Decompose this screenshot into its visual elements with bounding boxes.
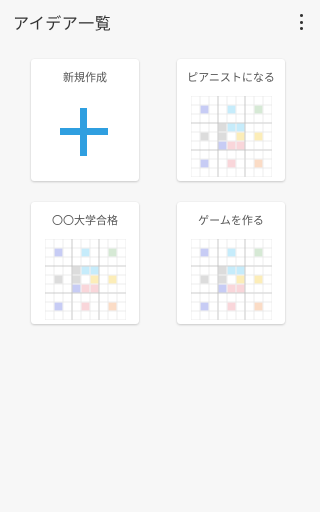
mandala-cell	[54, 302, 63, 311]
mandala-cell	[90, 266, 99, 275]
mandala-cell	[72, 284, 81, 293]
mandala-cell	[108, 275, 117, 284]
mandala-cell	[90, 275, 99, 284]
mandala-cell	[236, 284, 245, 293]
mandala-cell	[236, 123, 245, 132]
idea-card-pianist[interactable]: ピアニストになる	[177, 59, 285, 181]
app-bar: アイデア一覧	[0, 0, 320, 44]
new-idea-card[interactable]: 新規作成	[31, 59, 139, 181]
mandala-cell	[54, 275, 63, 284]
mandala-cell	[236, 141, 245, 150]
mandala-cell	[218, 123, 227, 132]
mandala-cell	[254, 302, 263, 311]
mandala-cell	[200, 132, 209, 141]
mandala-cell	[227, 302, 236, 311]
more-vert-icon	[299, 14, 303, 17]
mandala-cell	[218, 132, 227, 141]
plus-icon	[60, 108, 108, 156]
mandala-cell	[218, 275, 227, 284]
mandala-cell	[72, 275, 81, 284]
mandala-cell	[200, 105, 209, 114]
mandala-cell	[72, 266, 81, 275]
mandala-cell	[200, 302, 209, 311]
card-title: ピアニストになる	[187, 71, 275, 84]
mandala-cell	[81, 284, 90, 293]
mandala-cell	[254, 248, 263, 257]
mandala-cell	[254, 132, 263, 141]
mandala-cell	[227, 159, 236, 168]
more-options-button[interactable]	[292, 12, 310, 32]
mandala-cell	[108, 302, 117, 311]
mandala-cell	[254, 275, 263, 284]
mandala-cell	[236, 275, 245, 284]
mandala-cell	[90, 284, 99, 293]
mandala-cell	[54, 248, 63, 257]
mandala-cell	[81, 266, 90, 275]
mandala-cell	[200, 275, 209, 284]
card-title: ゲームを作る	[198, 214, 264, 227]
mandala-cell	[254, 105, 263, 114]
mandala-cell	[108, 248, 117, 257]
mandala-cell	[227, 248, 236, 257]
mandala-cell	[236, 132, 245, 141]
mandala-cell	[227, 123, 236, 132]
mandala-cell	[227, 266, 236, 275]
more-vert-icon-dot	[299, 20, 303, 24]
mandala-cell	[236, 266, 245, 275]
more-vert-icon-dot	[299, 27, 303, 30]
mandala-thumbnail	[191, 96, 272, 177]
card-title: 新規作成	[63, 71, 107, 84]
mandala-cell	[218, 266, 227, 275]
card-title: 〇〇大学合格	[52, 214, 118, 227]
idea-card-game[interactable]: ゲームを作る	[177, 202, 285, 324]
mandala-cell	[200, 248, 209, 257]
page-title: アイデア一覧	[13, 14, 112, 33]
mandala-cell	[227, 105, 236, 114]
mandala-thumbnail	[191, 239, 272, 320]
mandala-cell	[81, 302, 90, 311]
mandala-cell	[218, 141, 227, 150]
mandala-cell	[227, 284, 236, 293]
mandala-cell	[254, 159, 263, 168]
mandala-cell	[81, 248, 90, 257]
mandala-cell	[200, 159, 209, 168]
idea-card-university[interactable]: 〇〇大学合格	[31, 202, 139, 324]
mandala-thumbnail	[45, 239, 126, 320]
mandala-cell	[218, 284, 227, 293]
mandala-cell	[227, 141, 236, 150]
